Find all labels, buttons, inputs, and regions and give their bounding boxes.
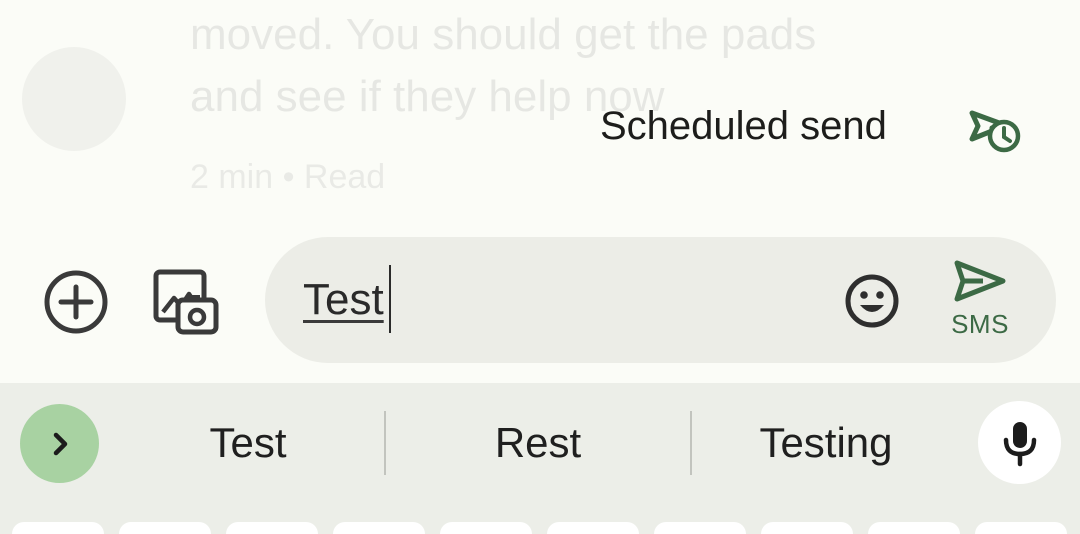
keyboard-key[interactable] [119, 522, 211, 534]
gallery-camera-icon [153, 269, 219, 335]
keyboard-key[interactable] [333, 522, 425, 534]
suggestion-item[interactable]: Testing [700, 413, 952, 473]
scheduled-send-label[interactable]: Scheduled send [600, 104, 887, 149]
send-sms-button[interactable]: SMS [945, 257, 1015, 347]
add-circle-icon [44, 270, 108, 334]
expand-toolbar-button[interactable] [20, 404, 99, 483]
keyboard-key[interactable] [868, 522, 960, 534]
app-screen: moved. You should get the pads and see i… [0, 0, 1080, 534]
send-type-label: SMS [951, 309, 1009, 339]
suggestion-item[interactable]: Test [140, 413, 356, 473]
emoji-button[interactable] [843, 272, 901, 330]
send-icon [954, 260, 1006, 302]
gallery-camera-button[interactable] [150, 266, 222, 338]
microphone-icon [1003, 421, 1036, 466]
keyboard-key[interactable] [761, 522, 853, 534]
keyboard-key[interactable] [654, 522, 746, 534]
scheduled-send-icon[interactable] [966, 104, 1024, 156]
message-compose-field[interactable]: Test SMS [265, 237, 1056, 363]
keyboard-key[interactable] [975, 522, 1067, 534]
keyboard-key-row [0, 522, 1080, 534]
suggestion-item[interactable]: Rest [400, 413, 676, 473]
message-line: moved. You should get the pads [190, 10, 817, 59]
keyboard-key[interactable] [547, 522, 639, 534]
keyboard-key[interactable] [440, 522, 532, 534]
voice-input-button[interactable] [978, 401, 1061, 484]
add-attachment-button[interactable] [42, 268, 110, 336]
suggestion-divider [384, 411, 386, 475]
keyboard-suggestion-strip: Test Rest Testing [0, 383, 1080, 534]
emoji-icon [845, 274, 899, 328]
keyboard-key[interactable] [226, 522, 318, 534]
keyboard-key[interactable] [12, 522, 104, 534]
chevron-right-icon [53, 432, 67, 455]
avatar [22, 47, 126, 151]
message-line: and see if they help now [190, 72, 665, 121]
message-timestamp: 2 min • Read [190, 158, 386, 196]
background-conversation: moved. You should get the pads and see i… [0, 0, 1080, 230]
message-input-text[interactable]: Test [303, 275, 384, 325]
text-cursor [389, 265, 391, 333]
suggestion-divider [690, 411, 692, 475]
